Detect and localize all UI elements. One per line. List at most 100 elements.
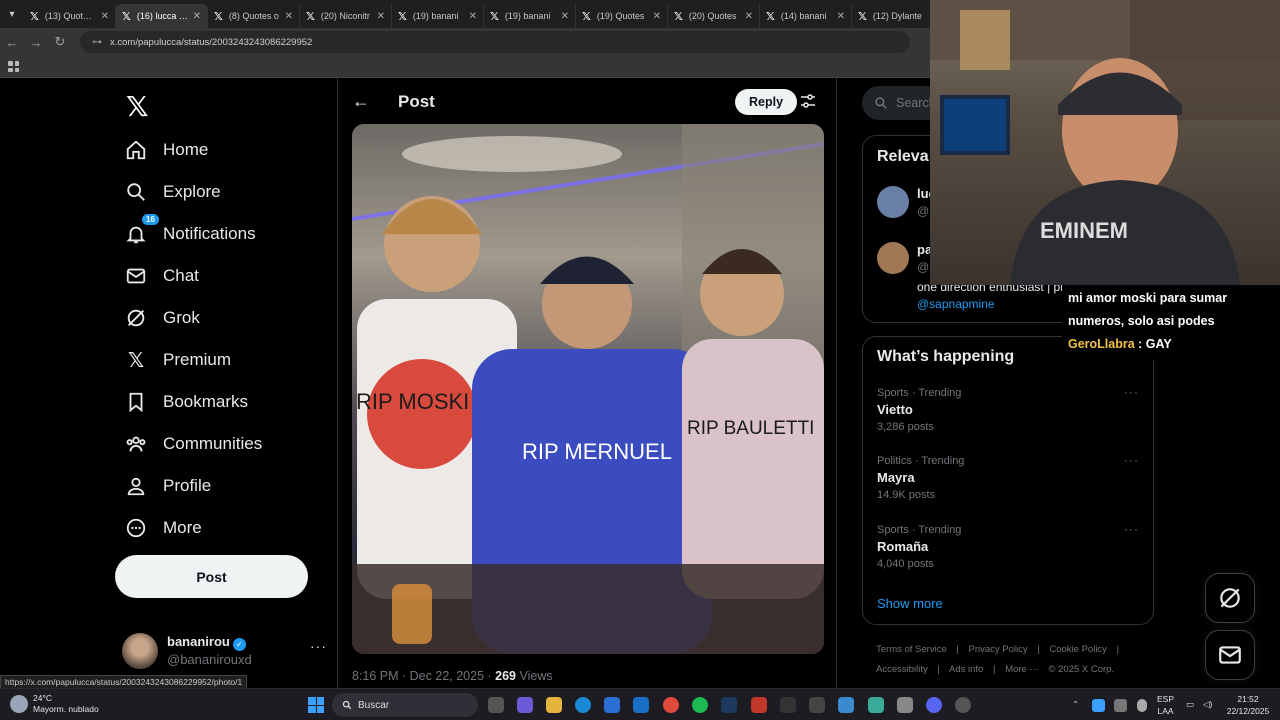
browser-tab[interactable]: 𝕏 (19) banani ✕: [392, 4, 484, 28]
photo-illustration: RIP MOSKI RIP MERNUEL RIP BAULETTI: [352, 124, 824, 654]
apps-grid-icon[interactable]: [8, 61, 19, 72]
volume-icon[interactable]: ◁): [1203, 698, 1212, 710]
spotify-icon[interactable]: [692, 697, 708, 713]
communities-icon: [124, 432, 148, 456]
network-icon[interactable]: ▭: [1186, 698, 1194, 710]
url-field[interactable]: ⊶ x.com/papulucca/status/200324324308622…: [80, 31, 910, 53]
tab-close-icon[interactable]: ✕: [377, 11, 385, 22]
trend-item[interactable]: Sports · Trending Vietto 3,286 posts ···: [877, 385, 1139, 433]
trend-more-icon[interactable]: ···: [1124, 385, 1139, 399]
nav-more[interactable]: More: [124, 516, 202, 540]
trend-item[interactable]: Politics · Trending Mayra 14.9K posts ··…: [877, 453, 1139, 501]
footer-link[interactable]: Privacy Policy: [969, 644, 1028, 655]
footer-link[interactable]: Terms of Service: [876, 644, 947, 655]
clock[interactable]: 21:52 22/12/2025: [1222, 693, 1274, 717]
tab-close-icon[interactable]: ✕: [101, 11, 109, 22]
reload-icon[interactable]: ↻: [48, 34, 72, 50]
app-icon[interactable]: [780, 697, 796, 713]
grok-icon: [1220, 588, 1240, 608]
discord-icon[interactable]: [926, 697, 942, 713]
steam-icon[interactable]: [721, 697, 737, 713]
taskbar-search[interactable]: Buscar: [332, 693, 478, 717]
views-count: 269: [495, 669, 516, 683]
bio-mention-link[interactable]: @sapnapmine: [917, 297, 995, 311]
footer-link[interactable]: Ads info: [949, 664, 983, 675]
nav-bookmarks[interactable]: Bookmarks: [124, 390, 248, 414]
tab-close-icon[interactable]: ✕: [745, 11, 753, 22]
footer-link[interactable]: Cookie Policy: [1049, 644, 1107, 655]
nav-premium[interactable]: 𝕏 Premium: [124, 348, 231, 372]
trend-more-icon[interactable]: ···: [1124, 522, 1139, 536]
language-indicator[interactable]: ESP LAA: [1157, 693, 1174, 717]
tray-chevron-icon[interactable]: ⌃: [1072, 698, 1079, 710]
settings-icon[interactable]: [897, 697, 913, 713]
edge-icon[interactable]: [575, 697, 591, 713]
site-info-icon[interactable]: ⊶: [92, 37, 102, 48]
trend-more-icon[interactable]: ···: [1124, 453, 1139, 467]
browser-tab[interactable]: 𝕏 (8) Quotes o ✕: [208, 4, 300, 28]
tray-app-icon[interactable]: [1092, 699, 1105, 712]
avatar: [877, 242, 909, 274]
tab-close-icon[interactable]: ✕: [561, 11, 569, 22]
tab-close-icon[interactable]: ✕: [653, 11, 661, 22]
weather-temp: 24°C: [33, 693, 52, 703]
nav-profile[interactable]: Profile: [124, 474, 211, 498]
grok-fab[interactable]: [1205, 573, 1255, 623]
x-logo[interactable]: 𝕏: [126, 90, 149, 123]
footer-link[interactable]: More ···: [1005, 664, 1039, 675]
tab-search-icon[interactable]: ▾: [0, 0, 24, 28]
nav-explore[interactable]: Explore: [124, 180, 221, 204]
browser-tab[interactable]: 𝕏 (16) lucca on ✕: [116, 4, 208, 28]
store-icon[interactable]: [604, 697, 620, 713]
tray-app-icon[interactable]: [1114, 699, 1127, 712]
nav-bookmarks-label: Bookmarks: [163, 392, 249, 411]
app-icon[interactable]: [955, 697, 971, 713]
browser-tab[interactable]: 𝕏 (19) Quotes ✕: [576, 4, 668, 28]
nav-notifications[interactable]: 16 Notifications: [124, 214, 256, 246]
nav-grok[interactable]: Grok: [124, 306, 200, 330]
post-button[interactable]: Post: [115, 555, 308, 598]
account-more-icon[interactable]: ···: [310, 638, 327, 654]
sliders-icon[interactable]: [800, 93, 816, 109]
post-photo[interactable]: RIP MOSKI RIP MERNUEL RIP BAULETTI: [352, 124, 824, 654]
back-icon[interactable]: ←: [0, 35, 24, 50]
copilot-icon[interactable]: [517, 697, 533, 713]
clock-date: 22/12/2025: [1226, 706, 1270, 716]
tab-close-icon[interactable]: ✕: [193, 11, 201, 22]
chrome-icon[interactable]: [663, 697, 679, 713]
browser-tab[interactable]: 𝕏 (20) Niconitr ✕: [300, 4, 392, 28]
timestamp-text: 8:16 PM · Dec 22, 2025 ·: [352, 669, 492, 683]
page-title: Post: [398, 92, 435, 111]
caption-bauletti: RIP BAULETTI: [687, 418, 814, 439]
nav-home[interactable]: Home: [124, 138, 208, 162]
outlook-icon[interactable]: [633, 697, 649, 713]
back-arrow-icon[interactable]: ←: [352, 91, 370, 112]
browser-tab[interactable]: 𝕏 (19) banani ✕: [484, 4, 576, 28]
tab-close-icon[interactable]: ✕: [285, 11, 293, 22]
relevant-title: Releva: [877, 148, 929, 165]
tab-label: (19) banani: [412, 11, 459, 21]
nav-chat[interactable]: Chat: [124, 264, 199, 288]
browser-tab[interactable]: 𝕏 (13) Quotes o ✕: [24, 4, 116, 28]
nav-communities[interactable]: Communities: [124, 432, 262, 456]
show-more-link[interactable]: Show more: [877, 596, 943, 611]
account-switcher[interactable]: bananirou ✓ @bananirouxd ···: [122, 632, 327, 672]
app-icon[interactable]: [838, 697, 854, 713]
app-icon[interactable]: [809, 697, 825, 713]
browser-tab[interactable]: 𝕏 (14) banani ✕: [760, 4, 852, 28]
microphone-icon[interactable]: [1137, 699, 1147, 712]
trend-item[interactable]: Sports · Trending Romaña 4,040 posts ···: [877, 522, 1139, 570]
footer-link[interactable]: Accessibility: [876, 664, 928, 675]
app-icon[interactable]: [868, 697, 884, 713]
windows-start-icon[interactable]: [308, 697, 324, 713]
weather-widget[interactable]: 24°C Mayorm. nublado: [10, 693, 99, 715]
app-icon[interactable]: [751, 697, 767, 713]
task-view-icon[interactable]: [488, 697, 504, 713]
file-explorer-icon[interactable]: [546, 697, 562, 713]
tab-close-icon[interactable]: ✕: [469, 11, 477, 22]
messages-fab[interactable]: [1205, 630, 1255, 680]
tab-close-icon[interactable]: ✕: [837, 11, 845, 22]
reply-button[interactable]: Reply: [735, 89, 798, 115]
forward-icon[interactable]: →: [24, 35, 48, 50]
browser-tab[interactable]: 𝕏 (20) Quotes ✕: [668, 4, 760, 28]
